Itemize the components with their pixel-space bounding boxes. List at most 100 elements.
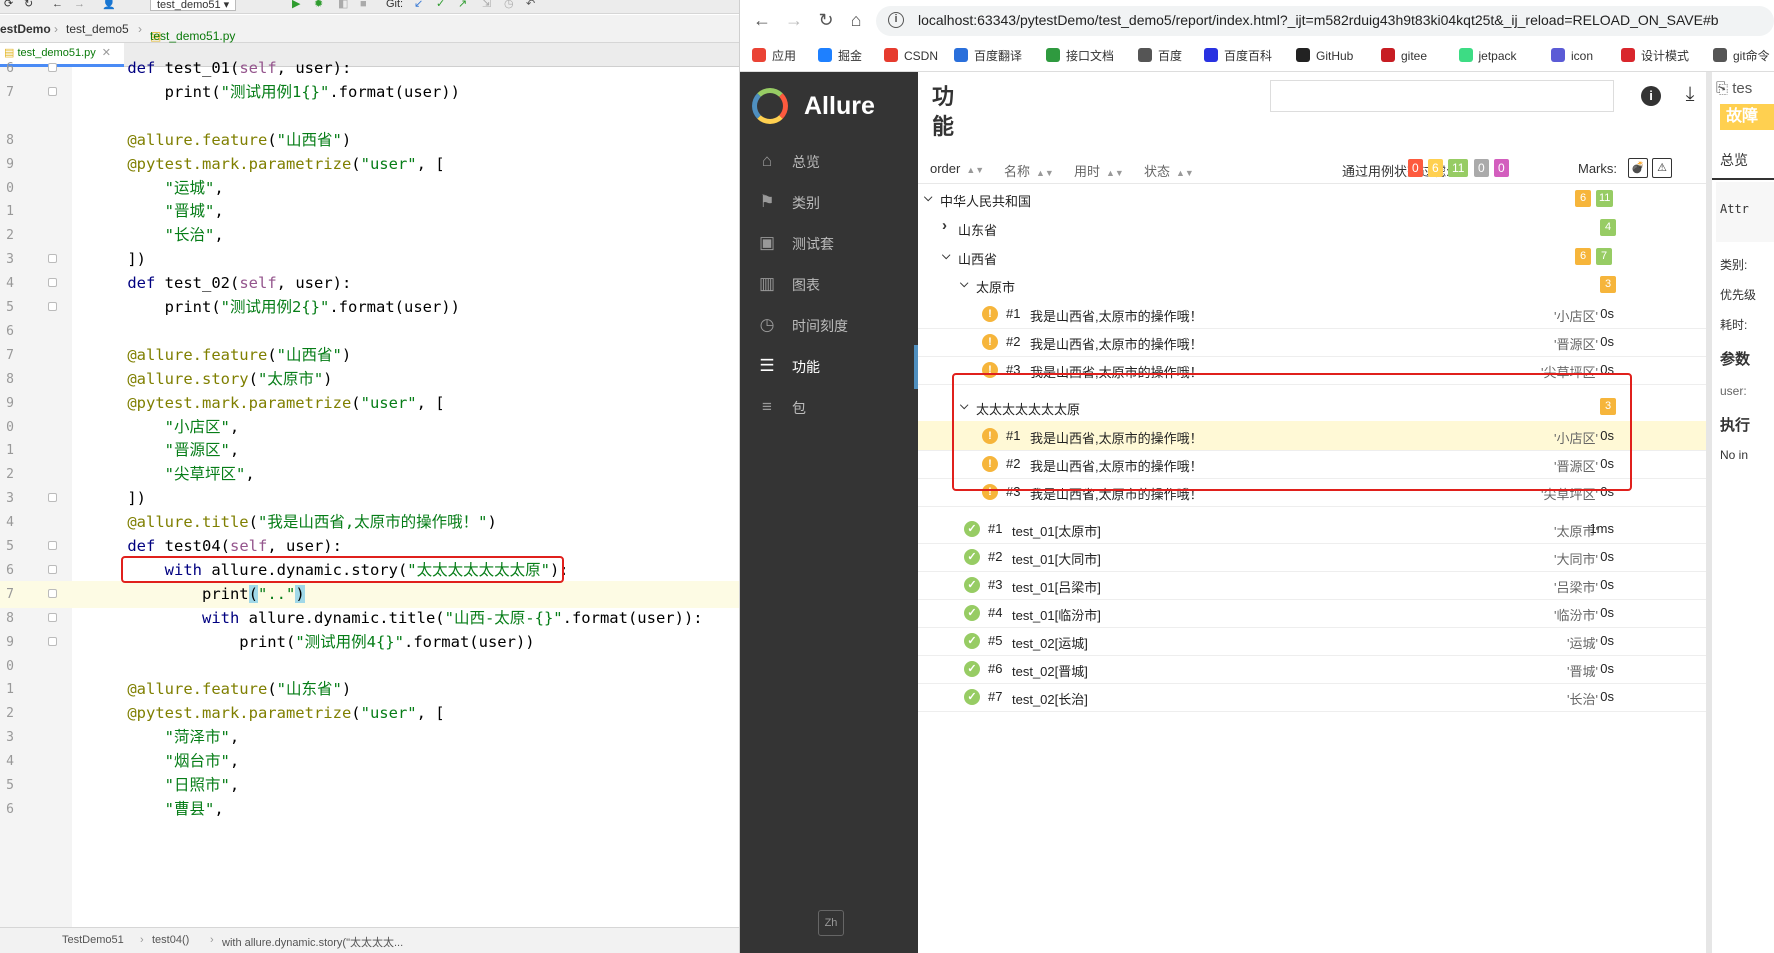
code-line[interactable]: 8 with allure.dynamic.title("山西-太原-{}".f…: [0, 605, 739, 632]
status-filter-badge[interactable]: 0: [1408, 159, 1423, 177]
status-statement[interactable]: with allure.dynamic.story("太太太太...: [222, 934, 403, 950]
status-filter-badge[interactable]: 0: [1494, 159, 1509, 177]
nav-item-3[interactable]: ▥ 图表: [740, 263, 918, 307]
bookmark-0[interactable]: 应用: [752, 46, 796, 66]
status-class[interactable]: TestDemo51: [62, 934, 124, 946]
code-line[interactable]: 5 print("测试用例2{}".format(user)): [0, 294, 739, 321]
bookmark-6[interactable]: 百度百科: [1204, 46, 1272, 66]
nav-item-0[interactable]: ⌂ 总览: [740, 140, 918, 184]
breadcrumb-folder[interactable]: test_demo5: [66, 22, 129, 36]
status-filter-badge[interactable]: 0: [1474, 159, 1489, 177]
search-input[interactable]: [1270, 80, 1614, 112]
code-line[interactable]: 3 ]): [0, 246, 739, 273]
code-line[interactable]: 3 ]): [0, 485, 739, 512]
chevron-down-icon[interactable]: ⌵: [924, 192, 932, 205]
code-line[interactable]: 1 "晋源区",: [0, 437, 739, 464]
status-method[interactable]: test04(): [152, 934, 189, 946]
tree-group[interactable]: ⌵ 山西省 7 6: [918, 242, 1706, 272]
sort-name[interactable]: 名称 ▲▼: [1004, 161, 1054, 180]
code-line[interactable]: 2 "尖草坪区",: [0, 461, 739, 488]
info-icon[interactable]: i: [888, 12, 904, 28]
bookmark-11[interactable]: 设计模式: [1621, 46, 1689, 66]
home-icon[interactable]: ⌂: [844, 8, 868, 32]
fold-icon[interactable]: [48, 541, 57, 550]
breadcrumb-project[interactable]: estDemo: [0, 22, 51, 36]
bookmark-8[interactable]: gitee: [1381, 46, 1427, 66]
fold-icon[interactable]: [48, 278, 57, 287]
sync-icon[interactable]: ⟳: [4, 0, 13, 11]
back-icon[interactable]: ←: [52, 0, 63, 11]
git-push-icon[interactable]: ↗: [458, 0, 467, 11]
nav-item-1[interactable]: ⚑ 类别: [740, 181, 918, 225]
code-line[interactable]: 1 @allure.feature("山东省"): [0, 676, 739, 703]
code-line[interactable]: 3 "菏泽市",: [0, 724, 739, 751]
bookmark-1[interactable]: 掘金: [818, 46, 862, 66]
git-commit-icon[interactable]: ✓: [436, 0, 445, 11]
git-pull-icon[interactable]: ⇲: [482, 0, 491, 11]
status-filter-badge[interactable]: 6: [1428, 159, 1443, 177]
nav-item-5[interactable]: ☰ 功能: [740, 345, 918, 389]
nav-item-2[interactable]: ▣ 测试套: [740, 222, 918, 266]
sort-duration[interactable]: 用时 ▲▼: [1074, 161, 1124, 180]
bookmark-4[interactable]: 接口文档: [1046, 46, 1114, 66]
flaky-mark-icon[interactable]: 💣: [1628, 158, 1648, 178]
chevron-right-icon[interactable]: ›: [942, 217, 947, 234]
info-icon[interactable]: i: [1641, 86, 1661, 106]
tree-group[interactable]: › 山东省 4: [918, 213, 1706, 243]
address-bar[interactable]: i localhost:63343/pytestDemo/test_demo5/…: [876, 6, 1774, 36]
rollback-icon[interactable]: ↶: [526, 0, 535, 11]
code-line[interactable]: 7 print(".."): [0, 581, 739, 608]
status-filter-badge[interactable]: 11: [1448, 159, 1469, 177]
download-icon[interactable]: ⤓: [1678, 82, 1702, 106]
test-case-row[interactable]: ✓ #6 test_02[晋城] '晋城' 0s: [918, 654, 1706, 684]
fold-icon[interactable]: [48, 637, 57, 646]
coverage-icon[interactable]: ◧: [338, 0, 348, 11]
debug-icon[interactable]: ✹: [314, 0, 323, 11]
test-case-row[interactable]: ! #2 我是山西省,太原市的操作哦！ '晋源区' 0s: [918, 327, 1706, 357]
code-editor[interactable]: 6 def test_01(self, user): 7 print("测试用例1…: [0, 59, 739, 927]
allure-brand[interactable]: Allure: [804, 92, 875, 121]
fold-icon[interactable]: [48, 589, 57, 598]
code-line[interactable]: 6 "曹县",: [0, 796, 739, 823]
test-case-row[interactable]: ✓ #1 test_01[太原市] '太原市' 1ms: [918, 514, 1706, 544]
tree-group[interactable]: ⌵ 太原市 3: [918, 270, 1706, 300]
code-line[interactable]: 6: [0, 318, 739, 345]
fold-icon[interactable]: [48, 565, 57, 574]
code-line[interactable]: 5 "日照市",: [0, 772, 739, 799]
test-case-row[interactable]: ✓ #4 test_01[临汾市] '临汾市' 0s: [918, 598, 1706, 628]
detail-tab[interactable]: ⎘ tes: [1716, 80, 1752, 97]
code-line[interactable]: 4 def test_02(self, user):: [0, 270, 739, 297]
code-line[interactable]: [0, 103, 739, 130]
language-button[interactable]: Zh: [818, 910, 844, 936]
sort-order[interactable]: order ▲▼: [930, 161, 984, 176]
fold-icon[interactable]: [48, 63, 57, 72]
test-case-row[interactable]: ✓ #3 test_01[吕梁市] '吕梁市' 0s: [918, 570, 1706, 600]
code-line[interactable]: 7 print("测试用例1{}".format(user)): [0, 79, 739, 106]
code-line[interactable]: 7 @allure.feature("山西省"): [0, 342, 739, 369]
bookmark-5[interactable]: 百度: [1138, 46, 1182, 66]
code-line[interactable]: 8 @allure.story("太原市"): [0, 366, 739, 393]
code-line[interactable]: 2 @pytest.mark.parametrize("user", [: [0, 700, 739, 727]
fold-icon[interactable]: [48, 613, 57, 622]
new-failed-mark-icon[interactable]: ⚠: [1652, 158, 1672, 178]
forward-icon[interactable]: →: [782, 8, 806, 32]
code-line[interactable]: 9 @pytest.mark.parametrize("user", [: [0, 390, 739, 417]
chevron-down-icon[interactable]: ⌵: [960, 278, 968, 291]
code-line[interactable]: 9 print("测试用例4{}".format(user)): [0, 629, 739, 656]
code-line[interactable]: 4 @allure.title("我是山西省,太原市的操作哦！"): [0, 509, 739, 536]
user-icon[interactable]: 👤: [102, 0, 116, 11]
fold-icon[interactable]: [48, 87, 57, 96]
test-case-row[interactable]: ✓ #2 test_01[大同市] '大同市' 0s: [918, 542, 1706, 572]
bookmark-9[interactable]: jetpack: [1458, 46, 1517, 66]
bookmark-7[interactable]: GitHub: [1296, 46, 1353, 66]
run-icon[interactable]: ▶: [292, 0, 300, 11]
code-line[interactable]: 9 @pytest.mark.parametrize("user", [: [0, 151, 739, 178]
fold-icon[interactable]: [48, 302, 57, 311]
history-icon[interactable]: ◷: [504, 0, 514, 11]
reload-icon[interactable]: ↻: [814, 8, 838, 32]
test-case-row[interactable]: ! #1 我是山西省,太原市的操作哦！ '小店区' 0s: [918, 299, 1706, 329]
fold-icon[interactable]: [48, 254, 57, 263]
code-line[interactable]: 8 @allure.feature("山西省"): [0, 127, 739, 154]
nav-item-4[interactable]: ◷ 时间刻度: [740, 304, 918, 348]
bookmark-3[interactable]: 百度翻译: [954, 46, 1022, 66]
